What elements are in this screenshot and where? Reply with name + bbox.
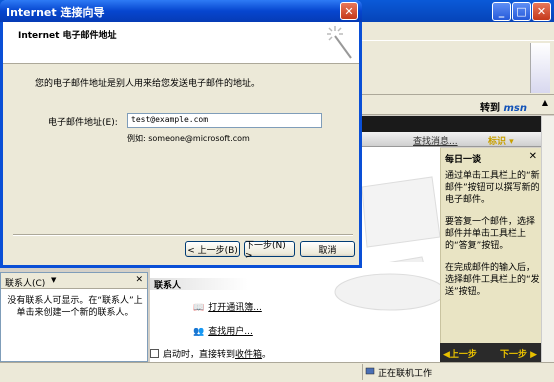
- tips-prev-button[interactable]: ◀上一步: [443, 347, 477, 360]
- tip-paragraph: 要答复一个邮件，选择邮件并单击工具栏上的“答复”按钮。: [445, 217, 536, 251]
- tips-next-button[interactable]: 下一步 ▶: [500, 347, 537, 360]
- addressbook-icon: 📖: [193, 303, 205, 313]
- close-icon[interactable]: ✕: [135, 275, 143, 285]
- tips-nav: ◀上一步 下一步 ▶: [440, 343, 541, 362]
- tips-body: 通过单击工具栏上的“新邮件”按钮可以撰写新的电子邮件。 要答复一个邮件，选择邮件…: [445, 170, 540, 308]
- msn-logo: msn: [503, 103, 527, 114]
- maximize-button[interactable]: □: [512, 2, 531, 21]
- goto-msn[interactable]: 转到 msn: [480, 99, 527, 114]
- email-label: 电子邮件地址(E):: [48, 118, 118, 128]
- wizard-title: Internet 连接向导: [6, 6, 105, 19]
- email-field[interactable]: test@example.com: [127, 113, 322, 128]
- next-button[interactable]: 下一步(N) >: [244, 241, 295, 261]
- minimize-button[interactable]: _: [492, 2, 511, 21]
- wizard-header: Internet 电子邮件地址: [3, 22, 359, 64]
- contacts-section-title: 联系人: [150, 278, 248, 291]
- wizard-description: 您的电子邮件地址是别人用来给您发送电子邮件的地址。: [35, 79, 261, 89]
- msn-bar: [362, 116, 554, 133]
- find-messages-link[interactable]: 查找消息...: [413, 134, 458, 147]
- find-people-link[interactable]: 👥 查找用户...: [193, 324, 253, 337]
- email-example: 例如: someone@microsoft.com: [127, 134, 250, 143]
- outlook-close-button[interactable]: ✕: [532, 2, 551, 21]
- wizard-separator: [13, 234, 353, 236]
- wizard-header-title: Internet 电子邮件地址: [18, 31, 117, 41]
- outlook-strip: [362, 132, 554, 147]
- status-bar: [0, 362, 554, 382]
- cancel-button[interactable]: 取消: [300, 241, 355, 257]
- tip-paragraph: 在完成邮件的输入后，选择邮件工具栏上的“发送”按钮。: [445, 263, 540, 297]
- find-people-icon: 👥: [193, 327, 205, 337]
- status-text: 正在联机工作: [378, 369, 433, 379]
- tags-menu[interactable]: 标识 ▾: [488, 134, 514, 147]
- windows-logo-icon: [530, 43, 550, 93]
- contacts-pane: 联系人(C) ▼ ✕ 没有联系人可显示。在“联系人”上单击来创建一个新的联系人。: [0, 272, 148, 362]
- internet-connection-wizard: Internet 连接向导 ✕ Internet 电子邮件地址 您的电子邮件地址…: [0, 0, 362, 268]
- contacts-empty-message: 没有联系人可显示。在“联系人”上单击来创建一个新的联系人。: [7, 296, 143, 318]
- goto-label: 转到: [480, 103, 500, 114]
- tips-title: 每日一谈: [445, 155, 482, 165]
- startup-prefix: 启动时，直接转到: [163, 350, 236, 360]
- contacts-pane-label[interactable]: 联系人(C): [5, 276, 45, 289]
- status-separator: [362, 364, 363, 380]
- wizard-close-button[interactable]: ✕: [340, 2, 358, 20]
- startup-suffix: 。: [262, 350, 272, 360]
- startup-inbox-link[interactable]: 收件箱: [235, 350, 262, 360]
- chevron-down-icon[interactable]: ▼: [51, 276, 56, 284]
- wizard-titlebar[interactable]: Internet 连接向导 ✕: [0, 0, 362, 22]
- open-addressbook-link[interactable]: 📖 打开通讯簿...: [193, 300, 262, 313]
- wizard-wand-icon: [327, 26, 352, 59]
- online-icon: [365, 366, 375, 376]
- startup-option: 启动时，直接转到收件箱。: [150, 347, 271, 360]
- tip-of-the-day-panel: 每日一谈 ✕ 通过单击工具栏上的“新邮件”按钮可以撰写新的电子邮件。 要答复一个…: [440, 148, 541, 343]
- vertical-scrollbar[interactable]: [541, 116, 554, 362]
- tip-paragraph: 通过单击工具栏上的“新邮件”按钮可以撰写新的电子邮件。: [445, 171, 540, 205]
- back-button[interactable]: < 上一步(B): [185, 241, 240, 257]
- open-addressbook-label: 打开通讯簿...: [208, 303, 262, 313]
- contacts-pane-header: 联系人(C) ▼ ✕: [1, 273, 147, 289]
- tips-close-icon[interactable]: ✕: [529, 151, 537, 162]
- startup-checkbox[interactable]: [150, 349, 159, 358]
- find-people-label: 查找用户...: [208, 327, 253, 337]
- scroll-up-icon[interactable]: ▲: [538, 98, 552, 112]
